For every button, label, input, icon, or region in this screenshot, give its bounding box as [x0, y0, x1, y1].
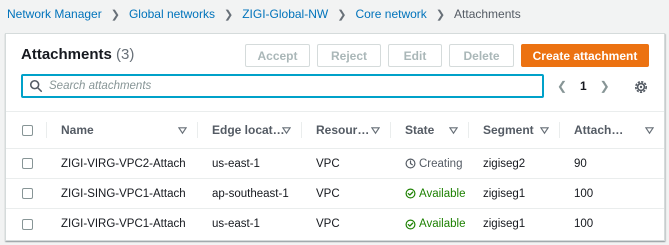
breadcrumb: Network Manager ❯ Global networks ❯ ZIGI… [7, 6, 521, 22]
breadcrumb-global-networks[interactable]: Global networks [129, 7, 215, 21]
create-attachment-button[interactable]: Create attachment [521, 44, 649, 67]
sort-caret-down-icon [449, 127, 458, 135]
cell-resource: VPC [316, 157, 340, 170]
column-header-resource[interactable]: Resour… [301, 112, 390, 148]
cell-resource: VPC [316, 218, 340, 230]
cell-segment: zigiseg1 [483, 187, 526, 200]
column-header-name[interactable]: Name [46, 112, 197, 148]
breadcrumb-separator-icon: ❯ [337, 8, 347, 21]
column-header-state[interactable]: State [390, 112, 468, 148]
accept-button[interactable]: Accept [245, 44, 310, 67]
table-row[interactable]: ZIGI-SING-VPC1-Attach ap-southeast-1 VPC… [6, 179, 664, 209]
cell-name: ZIGI-VIRG-VPC1-Attach [61, 218, 186, 230]
search-icon [29, 79, 43, 93]
chevron-right-icon[interactable]: ❯ [597, 79, 613, 93]
row-select-cell [6, 188, 46, 199]
cell-edge-location: ap-southeast-1 [212, 187, 289, 200]
sort-caret-down-icon [645, 127, 654, 135]
status-text: Available [419, 187, 466, 200]
breadcrumb-separator-icon: ❯ [110, 8, 120, 21]
breadcrumb-separator-icon: ❯ [435, 8, 446, 21]
cell-segment: zigiseg1 [483, 218, 526, 230]
breadcrumb-network-manager[interactable]: Network Manager [7, 7, 102, 21]
clock-icon [405, 158, 416, 169]
search-box [21, 74, 544, 98]
status-badge: Available [405, 188, 465, 200]
column-header-edge-location[interactable]: Edge locat… [197, 112, 301, 148]
row-checkbox[interactable] [22, 158, 33, 169]
sort-caret-down-icon [282, 127, 291, 135]
sort-caret-down-icon [540, 127, 549, 135]
column-header-segment[interactable]: Segment [468, 112, 559, 148]
breadcrumb-current: Attachments [454, 7, 521, 21]
row-checkbox[interactable] [22, 188, 33, 199]
title-text: Attachments [21, 46, 112, 63]
reject-button[interactable]: Reject [317, 44, 381, 67]
cell-state: Available [390, 218, 468, 230]
gear-icon[interactable] [633, 79, 649, 95]
cell-attachment: 90 [574, 157, 587, 170]
table-header: Name Edge locat… Resour… State Segment A… [6, 111, 664, 149]
cell-state: Creating [390, 158, 468, 170]
cell-state: Available [390, 188, 468, 200]
table-body: ZIGI-VIRG-VPC2-Attach us-east-1 VPC Crea… [6, 149, 664, 239]
sort-caret-down-icon [371, 127, 380, 135]
status-badge: Available [405, 218, 465, 230]
sort-caret-down-icon [178, 127, 187, 135]
page-number[interactable]: 1 [580, 79, 587, 93]
check-circle-icon [405, 219, 416, 229]
status-badge: Creating [405, 158, 462, 170]
cell-resource: VPC [316, 187, 340, 200]
status-text: Creating [419, 157, 463, 170]
cell-edge-location: us-east-1 [212, 218, 260, 230]
delete-button[interactable]: Delete [449, 44, 514, 67]
attachments-panel: Attachments (3) Accept Reject Edit Delet… [5, 33, 665, 241]
table-row[interactable]: ZIGI-VIRG-VPC1-Attach us-east-1 VPC Avai… [6, 209, 664, 239]
chevron-left-icon[interactable]: ❮ [554, 79, 570, 93]
edit-button[interactable]: Edit [388, 44, 442, 67]
row-select-cell [6, 158, 46, 169]
select-all-checkbox[interactable] [22, 124, 33, 136]
select-all-cell [6, 112, 46, 148]
breadcrumb-core-network[interactable]: Core network [355, 7, 426, 21]
pagination: ❮ 1 ❯ [554, 78, 613, 94]
cell-attachment: 100 [574, 187, 594, 200]
breadcrumb-separator-icon: ❯ [223, 8, 234, 21]
breadcrumb-global-network-name[interactable]: ZIGI-Global-NW [242, 7, 328, 21]
cell-edge-location: us-east-1 [212, 157, 260, 170]
cell-segment: zigiseg2 [483, 157, 526, 170]
page-title: Attachments (3) [21, 46, 134, 63]
row-select-cell [6, 218, 46, 230]
status-text: Available [419, 218, 466, 230]
table-row[interactable]: ZIGI-VIRG-VPC2-Attach us-east-1 VPC Crea… [6, 149, 664, 179]
attachments-table: Name Edge locat… Resour… State Segment A… [6, 111, 664, 239]
column-header-attachment[interactable]: Attach… [559, 112, 664, 148]
search-input[interactable] [49, 80, 542, 92]
cell-name: ZIGI-SING-VPC1-Attach [61, 187, 186, 200]
cell-attachment: 100 [574, 218, 594, 230]
check-circle-icon [405, 188, 416, 199]
cell-name: ZIGI-VIRG-VPC2-Attach [61, 157, 186, 170]
row-checkbox[interactable] [22, 218, 33, 230]
item-count: (3) [116, 46, 135, 63]
